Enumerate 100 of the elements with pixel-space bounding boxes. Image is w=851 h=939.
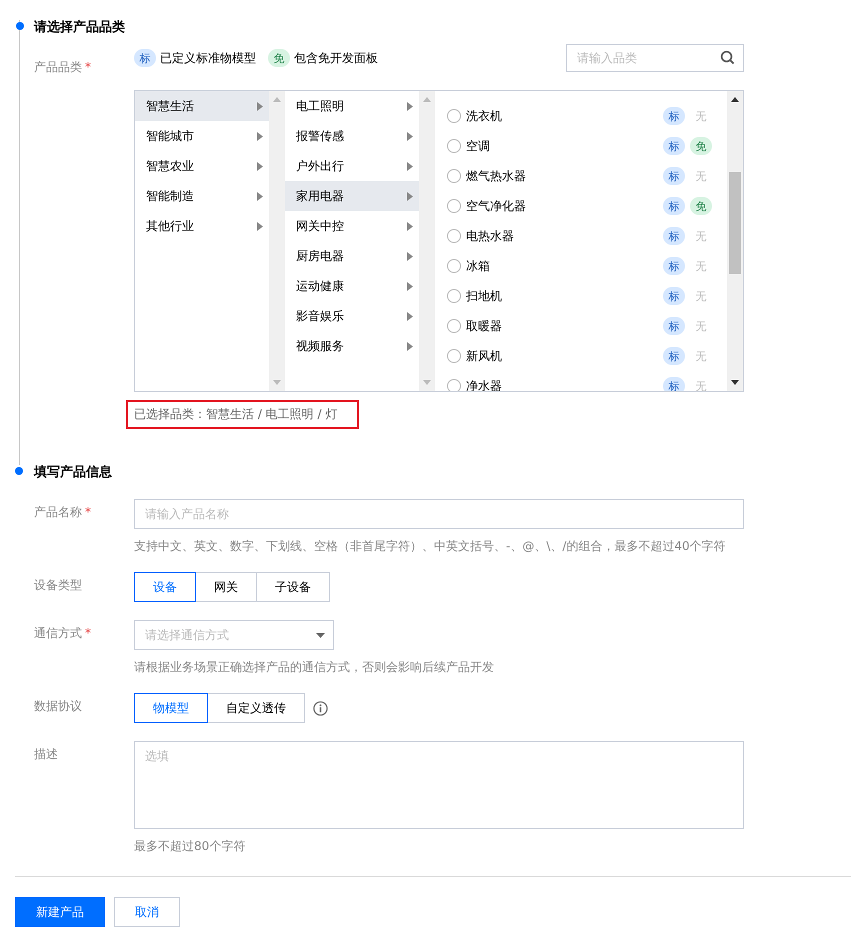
tag-text: 无 [694,318,708,334]
product-name: 扫地机 [466,288,503,304]
product-name: 燃气热水器 [466,168,527,184]
caret-icon [407,342,413,350]
category-item[interactable]: 运动健康 [285,271,419,301]
radio-button[interactable] [447,229,461,243]
caret-icon [407,102,413,110]
caret-icon [407,282,413,290]
segment-option[interactable]: 物模型 [134,693,208,723]
caret-icon [257,192,263,200]
segment-option[interactable]: 设备 [134,572,196,602]
tag-badge: 免 [690,137,712,155]
segment-option[interactable]: 自定义透传 [207,693,305,723]
tag-text: 无 [694,108,708,124]
category-item[interactable]: 智慧生活 [135,91,269,121]
category-item[interactable]: 其他行业 [135,211,269,241]
radio-button[interactable] [447,109,461,123]
cancel-button[interactable]: 取消 [114,897,180,927]
tag-badge: 标 [663,347,685,365]
category-item[interactable]: 智能城市 [135,121,269,151]
tag-badge: 标 [663,377,685,391]
step-dot [16,22,24,30]
radio-button[interactable] [447,379,461,391]
category-item[interactable]: 电工照明 [285,91,419,121]
scroll-up-icon[interactable] [731,97,739,102]
tag-text: 无 [694,168,708,184]
tag-text: 无 [694,348,708,364]
tag-badge: 标 [663,107,685,125]
product-name: 洗衣机 [466,108,503,124]
product-name: 取暖器 [466,318,503,334]
description-field[interactable]: 选填 [134,741,744,829]
step-dot [15,467,23,475]
tag-badge: 标 [663,197,685,215]
required-mark: * [85,504,92,521]
category-item[interactable]: 智慧农业 [135,151,269,181]
caret-icon [257,162,263,170]
category-item[interactable]: 家用电器 [285,181,419,211]
legend-text: 包含免开发面板 [294,50,378,66]
tag-badge: 标 [663,317,685,335]
tag-badge: 标 [663,167,685,185]
category-item[interactable]: 报警传感 [285,121,419,151]
field-label: 产品品类 [34,59,82,76]
category-item[interactable]: 智能制造 [135,181,269,211]
caret-icon [407,312,413,320]
field-label: 数据协议 [34,698,82,715]
product-name: 净水器 [466,378,503,391]
category-item[interactable]: 厨房电器 [285,241,419,271]
caret-icon [407,222,413,230]
category-item[interactable]: 影音娱乐 [285,301,419,331]
create-button[interactable]: 新建产品 [15,897,105,927]
product-name: 新风机 [466,348,503,364]
field-label: 设备类型 [34,577,82,594]
tag-badge: 标 [134,49,156,67]
radio-button[interactable] [447,319,461,333]
section-title: 填写产品信息 [34,465,113,481]
search-field[interactable]: 请输入品类 [566,44,744,72]
radio-button[interactable] [447,139,461,153]
segment-option[interactable]: 子设备 [256,572,330,602]
tag-text: 无 [694,228,708,244]
caret-icon [407,132,413,140]
caret-icon [407,192,413,200]
segment-option[interactable]: 网关 [195,572,257,602]
radio-button[interactable] [447,349,461,363]
radio-button[interactable] [447,169,461,183]
input-field[interactable]: 请输入产品名称 [134,499,744,529]
tag-badge: 免 [268,49,290,67]
tag-text: 无 [694,258,708,274]
tag-badge: 标 [663,227,685,245]
category-item[interactable]: 户外出行 [285,151,419,181]
product-name: 空调 [466,138,491,154]
radio-button[interactable] [447,259,461,273]
hint-text: 最多不超过80个字符 [134,838,246,854]
tag-text: 无 [694,378,708,391]
field-label: 通信方式 [34,625,82,642]
required-mark: * [85,625,92,642]
radio-button[interactable] [447,289,461,303]
scrollbar[interactable] [727,91,743,391]
hint-text: 请根据业务场景正确选择产品的通信方式，否则会影响后续产品开发 [134,659,495,675]
field-label: 产品名称 [34,504,82,521]
tag-text: 无 [694,288,708,304]
caret-icon [257,132,263,140]
info-icon[interactable] [313,700,328,716]
caret-icon [407,252,413,260]
caret-icon [316,632,325,638]
search-icon [720,50,735,65]
required-mark: * [85,59,92,76]
scroll-down-icon[interactable] [731,380,739,385]
category-item[interactable]: 视频服务 [285,331,419,361]
selected-category-text: 已选择品类：智慧生活 / 电工照明 / 灯 [126,400,360,429]
caret-icon [257,102,263,110]
product-name: 冰箱 [466,258,491,274]
tag-badge: 标 [663,287,685,305]
field-label: 描述 [34,746,58,763]
category-item[interactable]: 网关中控 [285,211,419,241]
radio-button[interactable] [447,199,461,213]
legend-text: 已定义标准物模型 [160,50,256,66]
tag-badge: 标 [663,137,685,155]
product-name: 空气净化器 [466,198,527,214]
hint-text: 支持中文、英文、数字、下划线、空格（非首尾字符）、中英文括号、-、@、\、/的组合，最多不超过40个字符 [134,538,727,554]
product-name: 电热水器 [466,228,515,244]
